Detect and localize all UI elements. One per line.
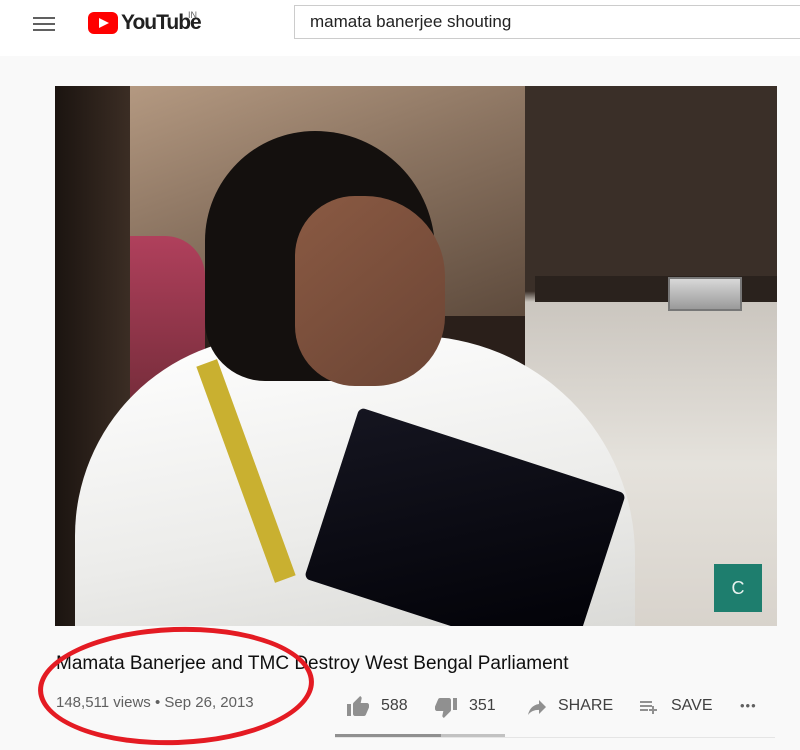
upload-date: Sep 26, 2013 <box>164 694 254 711</box>
share-arrow-icon <box>528 700 546 715</box>
thumbs-down-icon <box>435 698 457 718</box>
dislike-button[interactable]: 351 <box>433 688 508 724</box>
view-count: 148,511 views <box>56 694 151 711</box>
play-logo-icon <box>88 12 118 34</box>
video-player[interactable]: C <box>55 86 777 626</box>
video-meta: 148,511 views • Sep 26, 2013 <box>56 694 254 711</box>
channel-watermark-button[interactable]: C <box>714 564 762 612</box>
save-label: SAVE <box>671 697 713 714</box>
thumbs-up-icon <box>347 696 369 716</box>
save-button[interactable]: SAVE <box>637 688 722 724</box>
region-code: IN <box>188 10 197 20</box>
top-bar: YouTube IN mamata banerjee shouting <box>0 0 800 56</box>
share-button[interactable]: SHARE <box>525 688 615 724</box>
video-title: Mamata Banerjee and TMC Destroy West Ben… <box>56 653 569 674</box>
divider <box>335 737 775 738</box>
search-input[interactable]: mamata banerjee shouting <box>294 5 800 39</box>
like-count: 588 <box>381 697 408 714</box>
share-label: SHARE <box>558 697 614 714</box>
hamburger-menu-icon[interactable] <box>30 10 58 38</box>
like-button[interactable]: 588 <box>345 688 420 724</box>
action-bar: 588 351 SHARE SAVE ••• <box>335 688 775 726</box>
red-annotation-circle <box>36 622 316 750</box>
more-actions-button[interactable]: ••• <box>740 688 770 724</box>
youtube-logo[interactable]: YouTube IN <box>88 10 208 37</box>
meta-separator: • <box>154 694 161 711</box>
playlist-add-icon <box>640 701 657 714</box>
dislike-count: 351 <box>469 697 496 714</box>
video-frame <box>55 86 777 626</box>
